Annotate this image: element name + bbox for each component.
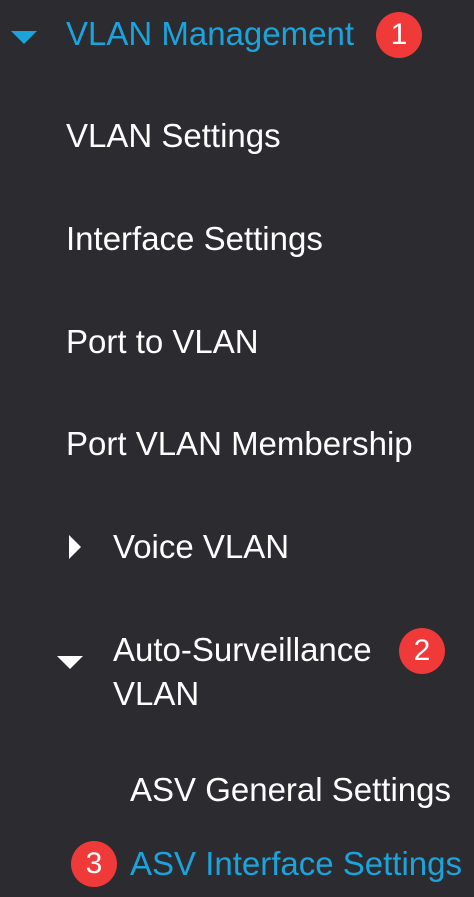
nav-item-vlan-management-label[interactable]: VLAN Management — [66, 14, 354, 54]
nav-item-auto-surveillance-label-line1[interactable]: Auto-Surveillance — [113, 630, 372, 670]
nav-item-voice-vlan-label[interactable]: Voice VLAN — [113, 527, 289, 567]
nav-item-vlan-management[interactable]: VLAN Management 1 — [0, 12, 474, 58]
step-badge-3: 3 — [71, 841, 117, 887]
nav-item-asv-general-settings-label[interactable]: ASV General Settings — [130, 770, 451, 810]
step-badge-1: 1 — [376, 12, 422, 58]
nav-item-asv-interface-settings-label[interactable]: ASV Interface Settings — [130, 844, 462, 884]
nav-item-asv-interface-settings[interactable]: 3 ASV Interface Settings — [0, 841, 474, 888]
caret-down-icon[interactable] — [11, 31, 37, 44]
nav-item-asv-general-settings[interactable]: ASV General Settings — [0, 770, 474, 814]
nav-item-vlan-settings-label[interactable]: VLAN Settings — [66, 116, 281, 156]
step-badge-2: 2 — [399, 628, 445, 674]
nav-item-vlan-settings[interactable]: VLAN Settings — [0, 116, 474, 160]
nav-item-auto-surveillance-vlan[interactable]: Auto-Surveillance VLAN 2 — [0, 628, 474, 716]
nav-item-port-to-vlan-label[interactable]: Port to VLAN — [66, 322, 259, 362]
nav-item-auto-surveillance-label-line2[interactable]: VLAN — [113, 674, 199, 714]
nav-item-voice-vlan[interactable]: Voice VLAN — [0, 527, 474, 571]
nav-item-interface-settings-label[interactable]: Interface Settings — [66, 219, 323, 259]
nav-item-interface-settings[interactable]: Interface Settings — [0, 219, 474, 263]
nav-item-port-vlan-membership-label[interactable]: Port VLAN Membership — [66, 424, 413, 464]
caret-down-icon[interactable] — [57, 656, 83, 669]
nav-item-port-vlan-membership[interactable]: Port VLAN Membership — [0, 424, 474, 468]
caret-right-icon[interactable] — [69, 535, 81, 559]
nav-item-port-to-vlan[interactable]: Port to VLAN — [0, 322, 474, 366]
